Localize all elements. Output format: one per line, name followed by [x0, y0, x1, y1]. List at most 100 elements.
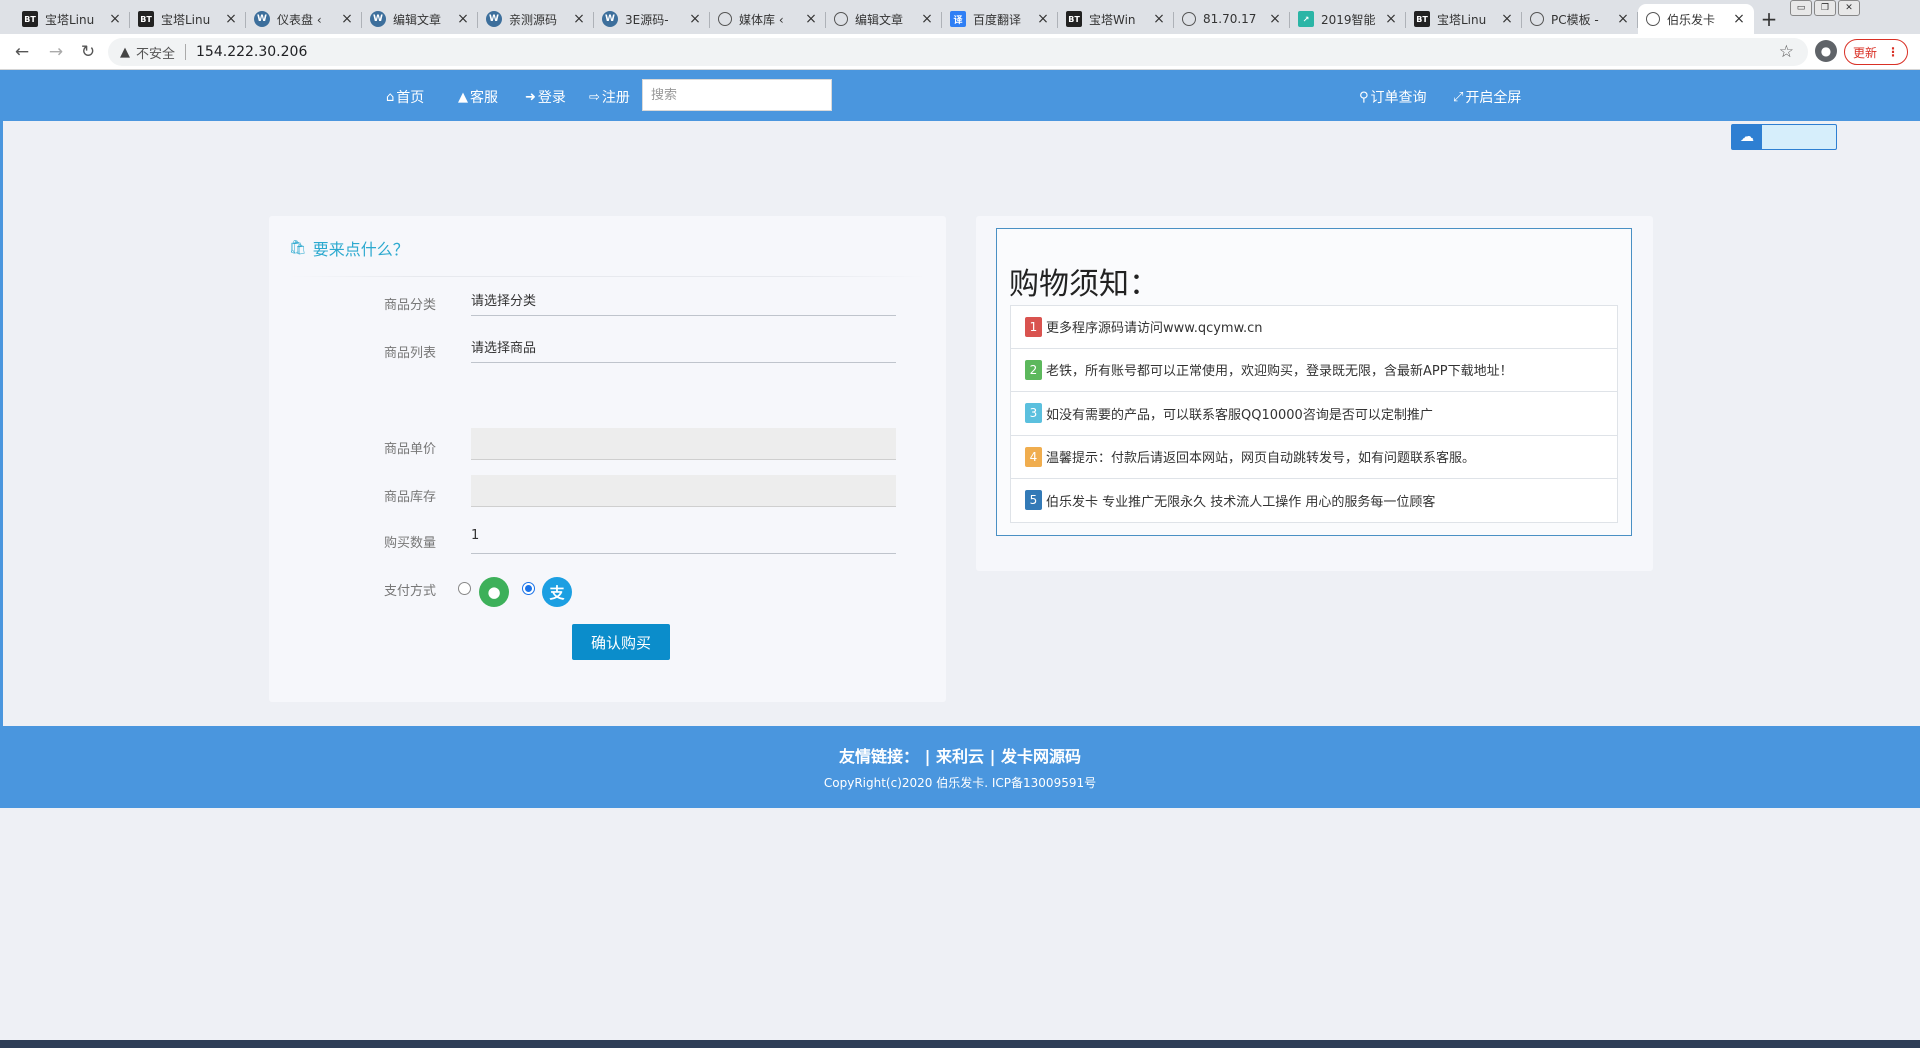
close-icon[interactable]: ×	[1384, 11, 1398, 27]
minimize-icon[interactable]: ▭	[1790, 0, 1812, 16]
close-icon[interactable]: ×	[1500, 11, 1514, 27]
baidu-translate-icon: 译	[950, 11, 966, 27]
browser-tab-13[interactable]: BT 宝塔Linu ×	[1406, 4, 1522, 34]
browser-tab-4[interactable]: W 编辑文章 ×	[362, 4, 478, 34]
nav-order-query-link[interactable]: ⚲ 订单查询	[1359, 87, 1427, 107]
tab-title: 2019智能	[1321, 12, 1376, 27]
footer-link-source[interactable]: 发卡网源码	[1001, 747, 1081, 766]
close-window-icon[interactable]: ✕	[1838, 0, 1860, 16]
notice-item: 2 老铁，所有账号都可以正常使用，欢迎购买，登录既无限，含最新APP下载地址！	[1010, 348, 1618, 392]
notice-number-badge: 2	[1025, 359, 1042, 380]
wechat-pay-icon[interactable]: ●	[479, 577, 509, 607]
browser-tab-2[interactable]: BT 宝塔Linu ×	[130, 4, 246, 34]
notice-item: 1 更多程序源码请访问www.qcymw.cn	[1010, 305, 1618, 349]
globe-icon	[1530, 12, 1544, 26]
product-select[interactable]: 请选择商品	[471, 331, 896, 363]
browser-tab-10[interactable]: BT 宝塔Win ×	[1058, 4, 1174, 34]
close-icon[interactable]: ×	[920, 11, 934, 27]
footer-separator: |	[989, 747, 996, 766]
nav-home-label: 首页	[396, 90, 425, 106]
nav-login-link[interactable]: ➜ 登录	[525, 87, 566, 107]
forward-arrow-icon[interactable]: →	[40, 36, 72, 68]
browser-tab-14[interactable]: PC模板 - ×	[1522, 4, 1638, 34]
confirm-purchase-button[interactable]: 确认购买	[572, 624, 670, 660]
warning-icon: ▲	[120, 44, 130, 60]
browser-tab-5[interactable]: W 亲测源码 ×	[478, 4, 594, 34]
close-icon[interactable]: ×	[1732, 11, 1746, 27]
notice-text: 如没有需要的产品，可以联系客服QQ10000咨询是否可以定制推广	[1046, 407, 1433, 423]
os-taskbar	[0, 1040, 1920, 1048]
window-controls: ▭ ❐ ✕	[1790, 0, 1860, 16]
close-icon[interactable]: ×	[1616, 11, 1630, 27]
restore-icon[interactable]: ❐	[1814, 0, 1836, 16]
bt-favicon-icon: BT	[22, 11, 38, 27]
quantity-input[interactable]: 1	[471, 522, 896, 554]
search-input[interactable]	[642, 79, 832, 111]
login-icon: ➜	[525, 89, 536, 105]
alipay-icon[interactable]: 支	[542, 577, 572, 607]
close-icon[interactable]: ×	[340, 11, 354, 27]
wordpress-icon: W	[486, 11, 502, 27]
close-icon[interactable]: ×	[224, 11, 238, 27]
notice-text: 伯乐发卡 专业推广无限永久 技术流人工操作 用心的服务每一位顾客	[1046, 494, 1436, 510]
browser-tab-7[interactable]: 媒体库 ‹ ×	[710, 4, 826, 34]
reload-icon[interactable]: ↻	[72, 36, 104, 68]
footer-link-laili[interactable]: 来利云	[936, 747, 984, 766]
close-icon[interactable]: ×	[1036, 11, 1050, 27]
nav-fullscreen-link[interactable]: ⤢ 开启全屏	[1453, 87, 1521, 107]
browser-tab-11[interactable]: 81.70.17 ×	[1174, 4, 1290, 34]
tab-title: 伯乐发卡	[1667, 12, 1716, 27]
new-tab-button[interactable]: +	[1754, 4, 1784, 34]
browser-tab-9[interactable]: 译百度翻译 ×	[942, 4, 1058, 34]
update-label: 更新	[1852, 45, 1877, 60]
wordpress-icon: W	[254, 11, 270, 27]
browser-tab-6[interactable]: W 3E源码- ×	[594, 4, 710, 34]
notice-text: 更多程序源码请访问www.qcymw.cn	[1046, 321, 1263, 337]
tab-title: 仪表盘 ‹	[277, 12, 322, 27]
close-icon[interactable]: ×	[108, 11, 122, 27]
notice-number-badge: 1	[1025, 316, 1042, 337]
bt-favicon-icon: BT	[1414, 11, 1430, 27]
tab-title: 宝塔Win	[1089, 12, 1136, 27]
close-icon[interactable]: ×	[688, 11, 702, 27]
register-icon: ⇨	[589, 89, 600, 105]
tab-title: PC模板 -	[1551, 12, 1599, 27]
browser-tab-active[interactable]: 伯乐发卡 ×	[1638, 4, 1754, 34]
address-bar[interactable]: ▲ 不安全 154.222.30.206 ☆	[108, 38, 1808, 66]
back-arrow-icon[interactable]: ←	[6, 36, 38, 68]
category-select[interactable]: 请选择分类	[471, 284, 896, 316]
wechat-pay-radio[interactable]	[458, 582, 471, 595]
nav-register-link[interactable]: ⇨ 注册	[589, 87, 630, 107]
floating-cloud-widget[interactable]: ☁	[1731, 124, 1837, 150]
more-menu-icon: ⋮	[1887, 45, 1899, 59]
close-icon[interactable]: ×	[804, 11, 818, 27]
close-icon[interactable]: ×	[456, 11, 470, 27]
bt-favicon-icon: BT	[138, 11, 154, 27]
close-icon[interactable]: ×	[1152, 11, 1166, 27]
footer-separator: |	[924, 747, 931, 766]
close-icon[interactable]: ×	[1268, 11, 1282, 27]
update-button[interactable]: 更新 ⋮	[1844, 39, 1908, 65]
url-text[interactable]: 154.222.30.206	[196, 44, 307, 60]
browser-tab-12[interactable]: ↗ 2019智能 ×	[1290, 4, 1406, 34]
nav-fullscreen-label: 开启全屏	[1465, 90, 1522, 106]
nav-service-link[interactable]: ▲ 客服	[458, 87, 498, 107]
notice-number-badge: 3	[1025, 403, 1042, 424]
notice-title: 购物须知：	[1009, 267, 1159, 302]
nav-service-label: 客服	[470, 90, 498, 106]
profile-avatar-icon[interactable]: ●	[1815, 40, 1837, 62]
notice-box: 购物须知： 1 更多程序源码请访问www.qcymw.cn 2 老铁，所有账号都可以…	[996, 228, 1632, 536]
browser-tab-1[interactable]: BT 宝塔Linu ×	[14, 4, 130, 34]
price-label: 商品单价	[384, 442, 437, 457]
close-icon[interactable]: ×	[572, 11, 586, 27]
alipay-radio[interactable]	[522, 582, 535, 595]
page-left-edge	[0, 120, 3, 726]
browser-tab-3[interactable]: W 仪表盘 ‹ ×	[246, 4, 362, 34]
shopping-bag-icon: 🛍	[289, 240, 307, 256]
nav-login-label: 登录	[537, 90, 566, 106]
bookmark-star-icon[interactable]: ☆	[1779, 42, 1794, 62]
nav-home-link[interactable]: ⌂ 首页	[386, 87, 424, 107]
friend-links-label: 友情链接：	[838, 747, 919, 766]
site-footer: 友情链接： | 来利云 | 发卡网源码 CopyRight(c)2020 伯乐发…	[0, 726, 1920, 808]
browser-tab-8[interactable]: 编辑文章 ×	[826, 4, 942, 34]
